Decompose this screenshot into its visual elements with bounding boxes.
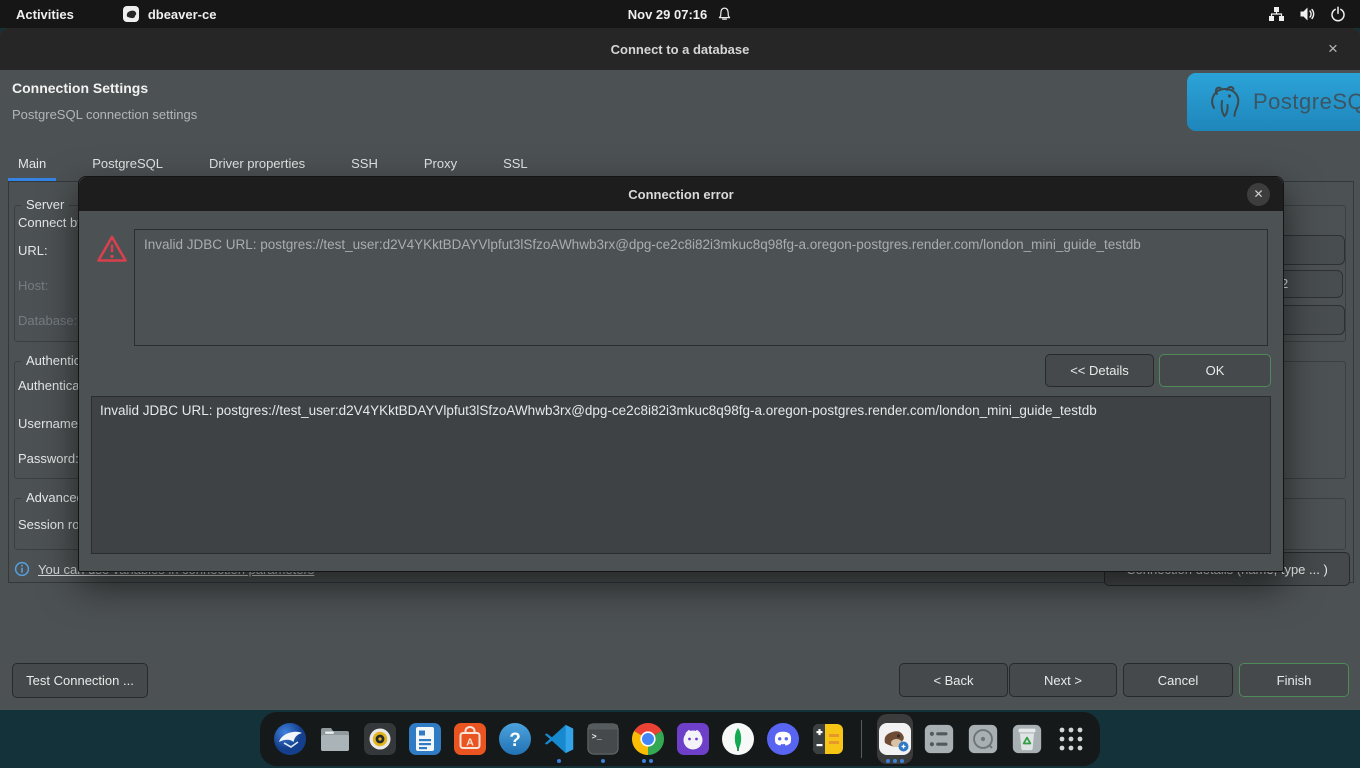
url-label: URL: — [18, 243, 48, 258]
focused-app-name: dbeaver-ce — [148, 7, 217, 22]
chrome-icon — [630, 721, 666, 757]
trash-icon — [1010, 722, 1044, 756]
top-bar: Activities dbeaver-ce Nov 29 07:16 — [0, 0, 1360, 28]
error-dialog-titlebar[interactable]: Connection error ✕ — [79, 177, 1283, 211]
notification-bell-icon — [717, 6, 732, 22]
window-close-icon[interactable]: × — [1320, 36, 1346, 62]
mongodb-icon — [720, 721, 756, 757]
error-message-text: Invalid JDBC URL: postgres://test_user:d… — [144, 237, 1141, 252]
dbeaver-icon — [877, 721, 913, 757]
focused-app-indicator[interactable]: dbeaver-ce — [122, 5, 217, 23]
dock-item-terminal[interactable]: >_ — [586, 714, 621, 764]
info-icon — [14, 561, 30, 577]
back-button[interactable]: < Back — [899, 663, 1008, 697]
files-folder-icon — [317, 721, 353, 757]
disks-icon — [966, 722, 1000, 756]
dock-item-mongodb-compass[interactable] — [720, 714, 756, 764]
clock-button[interactable]: Nov 29 07:16 — [628, 6, 733, 22]
dock-item-thunderbird[interactable] — [272, 714, 308, 764]
dock-item-discord[interactable] — [765, 714, 801, 764]
system-monitor-icon — [922, 722, 956, 756]
thunderbird-icon — [272, 721, 308, 757]
volume-icon — [1299, 6, 1316, 22]
cancel-button[interactable]: Cancel — [1123, 663, 1233, 697]
postgresql-logo: PostgreSQL — [1187, 73, 1360, 131]
connect-database-window: Connect to a database × Connection Setti… — [0, 28, 1360, 710]
svg-text:>_: >_ — [592, 732, 603, 742]
activities-button[interactable]: Activities — [16, 7, 74, 22]
connect-by-label: Connect by: — [18, 215, 87, 230]
dock-item-disks[interactable] — [965, 714, 1000, 764]
terminal-icon: >_ — [586, 722, 620, 756]
username-label: Username: — [18, 416, 82, 431]
vscode-icon — [542, 722, 576, 756]
details-toggle-button[interactable]: << Details — [1045, 354, 1154, 387]
writer-icon — [407, 721, 443, 757]
help-icon: ? — [497, 721, 533, 757]
ubuntu-software-icon: A — [452, 721, 488, 757]
tab-main[interactable]: Main — [12, 150, 52, 180]
screen: { "topbar": { "activities_label": "Activ… — [0, 0, 1360, 768]
system-tray[interactable] — [1268, 0, 1346, 28]
postgresql-logo-text: PostgreSQL — [1253, 89, 1360, 115]
host-label: Host: — [18, 278, 48, 293]
dock-item-app-grid[interactable] — [1053, 714, 1088, 764]
finish-button[interactable]: Finish — [1239, 663, 1349, 697]
dock: A ? >_ — [260, 712, 1100, 766]
dock-item-trash[interactable] — [1009, 714, 1044, 764]
error-message-box: Invalid JDBC URL: postgres://test_user:d… — [134, 229, 1268, 346]
error-details-text: Invalid JDBC URL: postgres://test_user:d… — [100, 403, 1097, 418]
github-icon — [675, 721, 711, 757]
window-titlebar[interactable]: Connect to a database × — [0, 28, 1360, 70]
dock-item-rhythmbox[interactable] — [362, 714, 398, 764]
dock-item-files[interactable] — [317, 714, 353, 764]
dock-item-github-desktop[interactable] — [675, 714, 711, 764]
window-title: Connect to a database — [611, 42, 750, 57]
dock-item-dbeaver[interactable] — [877, 714, 913, 764]
server-group-label: Server — [21, 197, 69, 212]
dock-item-libreoffice-writer[interactable] — [407, 714, 443, 764]
error-dialog-close-icon[interactable]: ✕ — [1247, 183, 1270, 206]
discord-icon — [765, 721, 801, 757]
clock-text: Nov 29 07:16 — [628, 7, 708, 22]
svg-text:A: A — [466, 736, 474, 748]
error-dialog-title: Connection error — [628, 187, 733, 202]
password-label: Password: — [18, 451, 79, 466]
postgresql-elephant-icon — [1205, 81, 1245, 123]
connection-error-dialog: Connection error ✕ Invalid JDBC URL: pos… — [78, 176, 1284, 572]
dock-item-chrome[interactable] — [630, 714, 666, 764]
database-label: Database: — [18, 313, 77, 328]
next-button[interactable]: Next > — [1009, 663, 1117, 697]
dock-separator — [861, 720, 862, 758]
calculator-icon — [810, 721, 846, 757]
warning-icon — [96, 233, 128, 265]
dock-item-calculator[interactable] — [810, 714, 846, 764]
dbeaver-app-icon — [122, 5, 140, 23]
page-title: Connection Settings — [12, 80, 148, 96]
dock-item-vscode[interactable] — [542, 714, 577, 764]
svg-text:?: ? — [509, 730, 521, 751]
page-subtitle: PostgreSQL connection settings — [12, 107, 197, 122]
app-grid-icon — [1056, 724, 1086, 754]
error-details-textarea[interactable]: Invalid JDBC URL: postgres://test_user:d… — [91, 396, 1271, 554]
test-connection-button[interactable]: Test Connection ... — [12, 663, 148, 698]
ok-button[interactable]: OK — [1159, 354, 1271, 387]
power-icon — [1330, 6, 1346, 22]
dock-item-ubuntu-software[interactable]: A — [452, 714, 488, 764]
dock-item-help[interactable]: ? — [497, 714, 533, 764]
network-icon — [1268, 6, 1285, 22]
rhythmbox-icon — [362, 721, 398, 757]
dock-item-system-monitor[interactable] — [922, 714, 957, 764]
